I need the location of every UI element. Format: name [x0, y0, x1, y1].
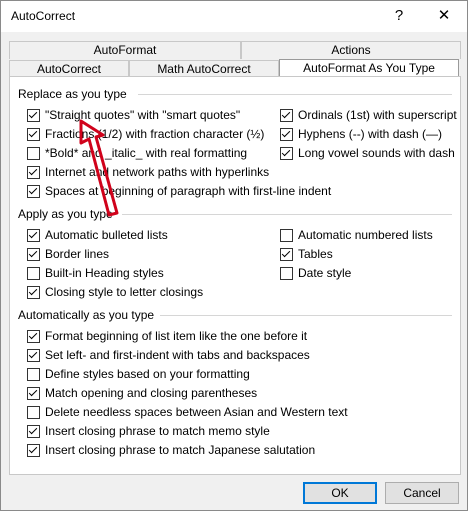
checkbox[interactable] [280, 266, 293, 280]
opt-fractions[interactable]: Fractions (1/2) with fraction character … [27, 126, 264, 142]
opt-hyperlinks[interactable]: Internet and network paths with hyperlin… [27, 164, 269, 180]
apply-divider [122, 214, 452, 215]
opt-numbered-lists[interactable]: Automatic numbered lists [280, 227, 433, 243]
apply-heading: Apply as you type [18, 207, 113, 221]
autoformat-as-you-type-panel: Replace as you type "Straight quotes" wi… [9, 76, 461, 475]
opt-long-vowel[interactable]: Long vowel sounds with dash [280, 145, 455, 161]
checkbox[interactable] [280, 247, 293, 261]
option-label: Automatic numbered lists [298, 228, 433, 242]
opt-heading-styles[interactable]: Built-in Heading styles [27, 265, 164, 281]
opt-list-item-format[interactable]: Format beginning of list item like the o… [27, 328, 307, 344]
replace-divider [138, 94, 452, 95]
opt-hyphens[interactable]: Hyphens (--) with dash (—) [280, 126, 442, 142]
checkbox[interactable] [27, 367, 40, 381]
opt-define-styles[interactable]: Define styles based on your formatting [27, 366, 250, 382]
checkbox[interactable] [27, 266, 40, 280]
checkbox[interactable] [27, 127, 40, 141]
opt-smart-quotes[interactable]: "Straight quotes" with "smart quotes" [27, 107, 240, 123]
checkbox[interactable] [27, 386, 40, 400]
option-label: Border lines [45, 247, 110, 261]
option-label: Insert closing phrase to match memo styl… [45, 424, 270, 438]
automatic-heading: Automatically as you type [18, 308, 155, 322]
checkbox[interactable] [280, 228, 293, 242]
opt-indent-tabs[interactable]: Set left- and first-indent with tabs and… [27, 347, 310, 363]
checkbox[interactable] [27, 424, 40, 438]
automatic-divider [160, 315, 452, 316]
cancel-button[interactable]: Cancel [385, 482, 459, 504]
option-label: Format beginning of list item like the o… [45, 329, 308, 343]
checkbox[interactable] [280, 146, 293, 160]
title-bar: AutoCorrect ? ✕ [1, 1, 467, 32]
replace-heading: Replace as you type [18, 87, 127, 101]
option-label: Match opening and closing parentheses [45, 386, 258, 400]
opt-tables[interactable]: Tables [280, 246, 333, 262]
option-label: Closing style to letter closings [45, 285, 204, 299]
opt-border-lines[interactable]: Border lines [27, 246, 109, 262]
opt-asian-spaces[interactable]: Delete needless spaces between Asian and… [27, 404, 348, 420]
checkbox[interactable] [27, 329, 40, 343]
opt-japanese-closing[interactable]: Insert closing phrase to match Japanese … [27, 442, 315, 458]
opt-letter-closings[interactable]: Closing style to letter closings [27, 284, 203, 300]
opt-bold-italic[interactable]: *Bold* and _italic_ with real formatting [27, 145, 247, 161]
checkbox[interactable] [27, 348, 40, 362]
opt-first-line-indent[interactable]: Spaces at beginning of paragraph with fi… [27, 183, 331, 199]
opt-memo-closing[interactable]: Insert closing phrase to match memo styl… [27, 423, 270, 439]
option-label: Automatic bulleted lists [45, 228, 168, 242]
checkbox[interactable] [27, 247, 40, 261]
option-label: Fractions (1/2) with fraction character … [45, 127, 265, 141]
tab-autoformat[interactable]: AutoFormat [9, 41, 241, 59]
tab-actions[interactable]: Actions [241, 41, 461, 59]
checkbox[interactable] [280, 108, 293, 122]
option-label: Ordinals (1st) with superscript [298, 108, 457, 122]
option-label: Built-in Heading styles [45, 266, 164, 280]
checkbox[interactable] [27, 165, 40, 179]
option-label: Set left- and first-indent with tabs and… [45, 348, 310, 362]
opt-date-style[interactable]: Date style [280, 265, 351, 281]
option-label: Date style [298, 266, 352, 280]
option-label: Long vowel sounds with dash [298, 146, 455, 160]
option-label: Tables [298, 247, 333, 261]
option-label: Insert closing phrase to match Japanese … [45, 443, 316, 457]
ok-button[interactable]: OK [303, 482, 377, 504]
option-label: "Straight quotes" with "smart quotes" [45, 108, 241, 122]
dialog-title: AutoCorrect [11, 9, 76, 23]
option-label: Hyphens (--) with dash (—) [298, 127, 443, 141]
checkbox[interactable] [27, 285, 40, 299]
option-label: Spaces at beginning of paragraph with fi… [45, 184, 332, 198]
autocorrect-dialog: AutoCorrect ? ✕ AutoFormat Actions AutoC… [0, 0, 468, 511]
checkbox[interactable] [27, 146, 40, 160]
opt-match-parentheses[interactable]: Match opening and closing parentheses [27, 385, 257, 401]
opt-bulleted-lists[interactable]: Automatic bulleted lists [27, 227, 168, 243]
opt-ordinals[interactable]: Ordinals (1st) with superscript [280, 107, 457, 123]
checkbox[interactable] [27, 443, 40, 457]
option-label: Define styles based on your formatting [45, 367, 250, 381]
checkbox[interactable] [280, 127, 293, 141]
option-label: *Bold* and _italic_ with real formatting [45, 146, 248, 160]
option-label: Delete needless spaces between Asian and… [45, 405, 348, 419]
checkbox[interactable] [27, 108, 40, 122]
help-button[interactable]: ? [387, 5, 411, 27]
close-button[interactable]: ✕ [432, 5, 456, 27]
checkbox[interactable] [27, 228, 40, 242]
option-label: Internet and network paths with hyperlin… [45, 165, 270, 179]
checkbox[interactable] [27, 184, 40, 198]
checkbox[interactable] [27, 405, 40, 419]
